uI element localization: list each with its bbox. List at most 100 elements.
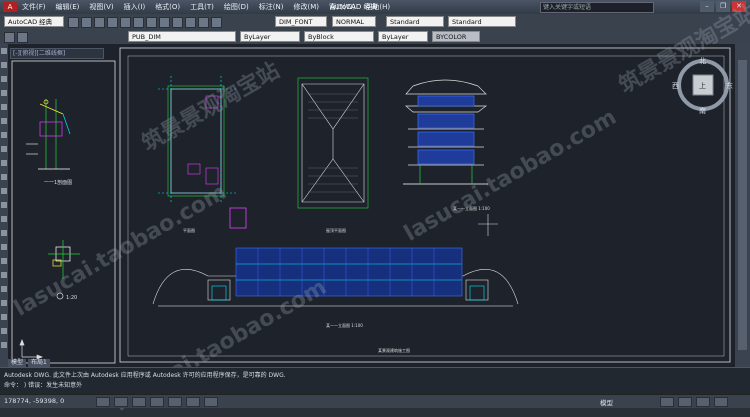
draw-tool-icon[interactable] xyxy=(1,146,7,152)
design-center-icon[interactable] xyxy=(198,17,209,28)
draw-tool-icon[interactable] xyxy=(1,342,7,348)
snap-toggle[interactable] xyxy=(96,397,110,407)
vertical-scrollbar[interactable] xyxy=(735,44,750,367)
polar-toggle[interactable] xyxy=(150,397,165,407)
layout-tabs: 模型 布局1 xyxy=(8,359,168,367)
draw-tool-icon[interactable] xyxy=(1,90,7,96)
text-style-select[interactable]: NORMAL xyxy=(332,16,376,27)
undo-icon[interactable] xyxy=(120,17,131,28)
plotstyle-select[interactable]: BYCOLOR xyxy=(432,31,480,42)
viewcube-top[interactable]: 上 xyxy=(699,81,706,91)
open-icon[interactable] xyxy=(81,17,92,28)
front-elevation-label: 某一一立面图 1:100 xyxy=(326,322,363,328)
draw-tool-icon[interactable] xyxy=(1,244,7,250)
draw-toolbar xyxy=(0,44,8,369)
layer-manager-icon[interactable] xyxy=(4,32,15,43)
roof-plan xyxy=(297,77,369,209)
status-bar: 178774, -59398, 0 模型 xyxy=(0,394,750,408)
annotation-scale-icon[interactable] xyxy=(660,397,674,407)
scrollbar-thumb[interactable] xyxy=(738,60,747,350)
draw-tool-icon[interactable] xyxy=(1,118,7,124)
draw-tool-icon[interactable] xyxy=(1,62,7,68)
menu-item[interactable]: 插入(I) xyxy=(124,2,146,12)
layer-icons xyxy=(4,32,28,43)
layer-select[interactable]: PUB_DIM xyxy=(128,31,236,42)
draw-tool-icon[interactable] xyxy=(1,174,7,180)
search-input[interactable]: 键入关键字或短语 xyxy=(540,2,654,13)
viewport-controls[interactable]: [-][俯视][二维线框] xyxy=(10,48,104,59)
print-icon[interactable] xyxy=(107,17,118,28)
coordinates-readout[interactable]: 178774, -59398, 0 xyxy=(4,397,64,405)
menu-item[interactable]: 绘图(D) xyxy=(224,2,249,12)
tab-layout1[interactable]: 布局1 xyxy=(28,359,50,367)
menu-item[interactable]: 工具(T) xyxy=(190,2,214,12)
lock-icon[interactable] xyxy=(696,397,711,407)
tab-model[interactable]: 模型 xyxy=(8,359,27,367)
save-icon[interactable] xyxy=(94,17,105,28)
command-history-line-1: Autodesk DWG. 此文件上次由 Autodesk 应用程序或 Auto… xyxy=(4,372,286,379)
title-bar: A 文件(F) 编辑(E) 视图(V) 插入(I) 格式(O) 工具(T) 绘图(D) 标注(… xyxy=(0,0,750,14)
osnap-toggle[interactable] xyxy=(168,397,183,407)
workspace-switch-icon[interactable] xyxy=(678,397,693,407)
new-icon[interactable] xyxy=(68,17,79,28)
menu-item[interactable]: 文件(F) xyxy=(22,2,46,12)
draw-tool-icon[interactable] xyxy=(1,314,7,320)
draw-tool-icon[interactable] xyxy=(1,104,7,110)
draw-tool-icon[interactable] xyxy=(1,160,7,166)
tool-palette-icon[interactable] xyxy=(211,17,222,28)
menu-item[interactable]: 编辑(E) xyxy=(56,2,80,12)
otrack-toggle[interactable] xyxy=(186,397,201,407)
lineweight-select[interactable]: ByLayer xyxy=(378,31,428,42)
model-space-label[interactable]: 模型 xyxy=(600,397,613,407)
grid-toggle[interactable] xyxy=(114,397,129,407)
layers-toolbar: PUB_DIM ByLayer ByBlock ByLayer BYCOLOR xyxy=(0,30,750,45)
draw-tool-icon[interactable] xyxy=(1,76,7,82)
menu-item[interactable]: 标注(N) xyxy=(259,2,284,12)
detail-section-top xyxy=(26,99,71,170)
draw-tool-icon[interactable] xyxy=(1,286,7,292)
viewcube-east[interactable]: 东 xyxy=(726,81,733,91)
draw-tool-icon[interactable] xyxy=(1,216,7,222)
draw-tool-icon[interactable] xyxy=(1,202,7,208)
autocad-app-icon[interactable]: A xyxy=(3,2,17,12)
detail-label-2: 1:20 xyxy=(66,295,77,301)
standard-toolbar: AutoCAD 经典 DIM_FONT NORMAL Standard Stan… xyxy=(0,14,750,31)
menu-item[interactable]: 修改(M) xyxy=(293,2,319,12)
draw-tool-icon[interactable] xyxy=(1,258,7,264)
ortho-toggle[interactable] xyxy=(132,397,147,407)
multileader-style-select[interactable]: Standard xyxy=(448,16,516,27)
redo-icon[interactable] xyxy=(133,17,144,28)
draw-tool-icon[interactable] xyxy=(1,328,7,334)
draw-tool-icon[interactable] xyxy=(1,188,7,194)
roof-label: 屋顶平面图 xyxy=(326,227,346,233)
ucs-icon xyxy=(19,339,43,360)
draw-tool-icon[interactable] xyxy=(1,272,7,278)
linetype-select[interactable]: ByBlock xyxy=(304,31,374,42)
pan-icon[interactable] xyxy=(146,17,157,28)
draw-tool-icon[interactable] xyxy=(1,230,7,236)
draw-tool-icon[interactable] xyxy=(1,132,7,138)
properties-icon[interactable] xyxy=(185,17,196,28)
menu-item[interactable]: 格式(O) xyxy=(155,2,180,12)
workspace-select[interactable]: AutoCAD 经典 xyxy=(4,16,64,27)
clean-screen-icon[interactable] xyxy=(714,397,729,407)
command-line[interactable]: Autodesk DWG. 此文件上次由 Autodesk 应用程序或 Auto… xyxy=(0,367,750,395)
viewcube-west[interactable]: 西 xyxy=(672,81,679,91)
dim-style-select[interactable]: DIM_FONT xyxy=(275,16,327,27)
plan-detail-magenta xyxy=(229,207,247,229)
title-block-label: 某景观建筑施工图 xyxy=(378,347,410,353)
zoom-window-icon[interactable] xyxy=(172,17,183,28)
window-title: AutoCAD 经典 xyxy=(330,3,378,11)
draw-tool-icon[interactable] xyxy=(1,48,7,54)
table-style-select[interactable]: Standard xyxy=(386,16,444,27)
color-select[interactable]: ByLayer xyxy=(240,31,300,42)
command-prompt[interactable]: 命令： ) 错误：发生未知意外 xyxy=(4,380,82,389)
menu-item[interactable]: 视图(V) xyxy=(89,2,113,12)
lineweight-toggle[interactable] xyxy=(204,397,219,407)
draw-tool-icon[interactable] xyxy=(1,300,7,306)
minimize-icon[interactable]: – xyxy=(700,1,714,12)
zoom-icon[interactable] xyxy=(159,17,170,28)
layer-state-icon[interactable] xyxy=(17,32,28,43)
cross-marker xyxy=(478,214,498,236)
viewcube-south[interactable]: 南 xyxy=(699,106,706,116)
